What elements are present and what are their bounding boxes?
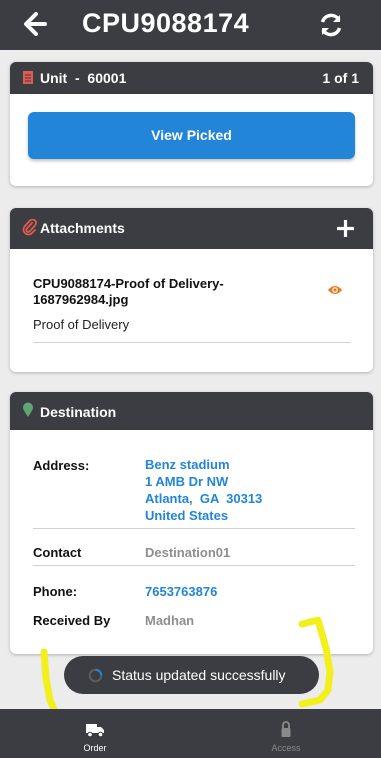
- lock-icon: [281, 721, 291, 737]
- address-line: United States: [145, 508, 229, 523]
- location-pin-icon: [23, 402, 33, 417]
- app-bar: CPU9088174: [0, 0, 381, 50]
- tab-order-label: Order: [83, 743, 107, 753]
- unit-label: Unit - 60001: [40, 70, 127, 86]
- bottom-tab-bar: Order Access: [0, 709, 381, 758]
- view-picked-button[interactable]: View Picked: [28, 112, 355, 159]
- status-toast: Status updated successfully: [64, 656, 319, 694]
- truck-icon: [86, 724, 104, 738]
- phone-label: Phone:: [33, 584, 78, 599]
- page-title: CPU9088174: [82, 8, 250, 38]
- contact-label: Contact: [33, 545, 82, 560]
- received-by-label: Received By: [33, 613, 111, 628]
- paperclip-icon: [22, 219, 37, 236]
- tab-order[interactable]: Order: [0, 709, 190, 758]
- back-arrow-icon[interactable]: [22, 10, 48, 38]
- spinner-icon: [88, 668, 103, 683]
- attachment-file-name[interactable]: CPU9088174-Proof of Delivery-1687962984.…: [33, 276, 253, 308]
- refresh-icon[interactable]: [317, 11, 345, 39]
- phone-value[interactable]: 7653763876: [145, 583, 217, 600]
- address-line: 1 AMB Dr NW: [145, 474, 229, 489]
- destination-card: Destination Address: Benz stadium 1 AMB …: [10, 392, 373, 654]
- attachment-description: Proof of Delivery: [33, 317, 130, 332]
- eye-icon[interactable]: [327, 284, 343, 296]
- address-label: Address:: [33, 458, 90, 473]
- contact-value: Destination01: [145, 545, 231, 560]
- address-line: Benz stadium: [145, 457, 230, 472]
- address-line: Atlanta, GA 30313: [145, 491, 263, 506]
- document-icon: [23, 71, 33, 84]
- received-by-value: Madhan: [145, 613, 195, 628]
- unit-card: Unit - 60001 1 of 1 View Picked: [10, 62, 373, 186]
- unit-pager: 1 of 1: [322, 70, 359, 86]
- tab-access-label: Access: [271, 743, 301, 753]
- destination-title: Destination: [40, 404, 117, 420]
- divider: [33, 565, 355, 566]
- toast-message: Status updated successfully: [112, 667, 286, 683]
- attachments-card: Attachments CPU9088174-Proof of Delivery…: [10, 208, 373, 372]
- divider: [33, 342, 351, 343]
- unit-card-header: Unit - 60001 1 of 1: [10, 62, 373, 94]
- attachments-title: Attachments: [40, 220, 125, 236]
- address-value[interactable]: Benz stadium 1 AMB Dr NW Atlanta, GA 303…: [145, 456, 262, 524]
- divider: [33, 528, 355, 529]
- attachments-header: Attachments: [10, 208, 373, 249]
- destination-header: Destination: [10, 392, 373, 430]
- tab-access[interactable]: Access: [191, 709, 381, 758]
- add-attachment-icon[interactable]: [336, 219, 355, 238]
